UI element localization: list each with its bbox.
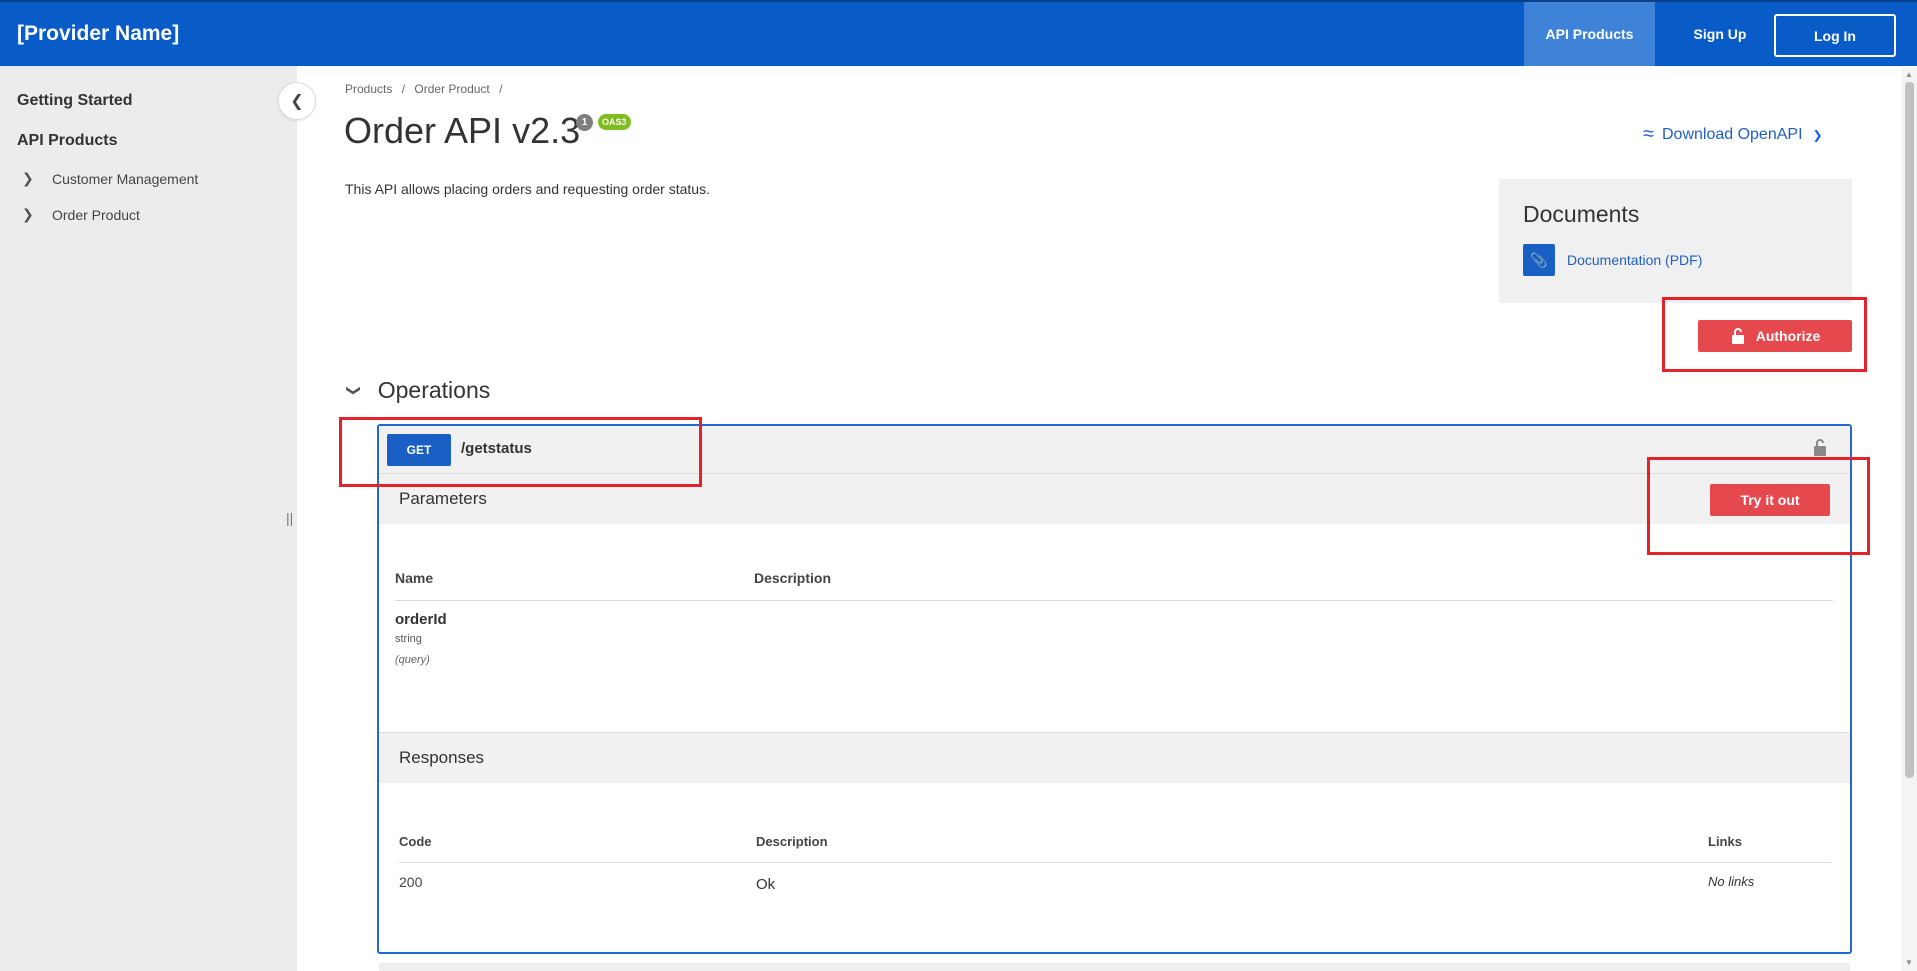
top-navigation-bar: [Provider Name] API Products Sign Up Log… <box>0 0 1917 66</box>
divider <box>399 862 1831 863</box>
operations-header[interactable]: ❯ Operations <box>346 377 491 404</box>
scroll-up-arrow-icon[interactable]: ▲ <box>1905 70 1913 79</box>
divider <box>395 600 1833 601</box>
scroll-down-arrow-icon[interactable]: ▼ <box>1905 958 1913 967</box>
download-openapi-button[interactable]: ≈ Download OpenAPI ❯ <box>1643 123 1823 146</box>
download-openapi-label: Download OpenAPI <box>1661 125 1803 143</box>
response-description: Ok <box>756 876 776 893</box>
response-col-description: Description <box>756 834 828 849</box>
log-in-button[interactable]: Log In <box>1774 14 1896 57</box>
chevron-down-icon: ❯ <box>346 384 363 397</box>
sidebar-getting-started[interactable]: Getting Started <box>17 92 133 110</box>
param-type: string <box>395 633 422 645</box>
response-col-links: Links <box>1708 834 1742 849</box>
spec-badge: OAS3 <box>598 114 631 130</box>
highlight-box-try-it-out <box>1647 457 1870 555</box>
parameters-title: Parameters <box>399 489 487 508</box>
chevron-down-icon: ❯ <box>1812 127 1823 142</box>
chevron-left-icon: ❮ <box>290 93 304 110</box>
breadcrumb-separator: / <box>401 82 406 96</box>
highlight-box-authorize <box>1662 297 1867 372</box>
nav-api-products[interactable]: API Products <box>1524 2 1655 66</box>
sidebar-api-products[interactable]: API Products <box>17 132 117 150</box>
scrollbar-thumb[interactable] <box>1905 82 1914 778</box>
responses-title: Responses <box>399 748 485 767</box>
param-name: orderId <box>395 611 447 628</box>
sidebar-item-label: Customer Management <box>52 170 199 187</box>
sidebar: Getting Started API Products ❯ Customer … <box>0 66 297 971</box>
param-col-name: Name <box>395 570 434 586</box>
response-code: 200 <box>399 874 423 890</box>
response-col-code: Code <box>399 834 432 849</box>
sidebar-item-customer-management[interactable]: ❯ Customer Management <box>22 170 198 187</box>
api-description: This API allows placing orders and reque… <box>345 181 710 197</box>
documents-title: Documents <box>1523 201 1640 227</box>
breadcrumb-order-product[interactable]: Order Product <box>414 82 489 96</box>
highlight-box-get-operation <box>339 417 702 487</box>
param-col-description: Description <box>754 570 832 586</box>
nav-sign-up[interactable]: Sign Up <box>1665 2 1775 66</box>
collapse-sidebar-button[interactable]: ❮ <box>278 82 316 120</box>
version-badge: 1 <box>576 114 593 131</box>
breadcrumb-separator: / <box>499 82 503 96</box>
documents-panel: Documents 📎 Documentation (PDF) <box>1499 179 1852 303</box>
breadcrumb: Products / Order Product / <box>345 82 508 96</box>
sidebar-resize-handle-icon[interactable]: || <box>286 510 293 526</box>
provider-brand[interactable]: [Provider Name] <box>17 22 179 46</box>
param-location: (query) <box>395 654 430 666</box>
paperclip-icon: 📎 <box>1523 244 1555 276</box>
chevron-right-icon: ❯ <box>22 206 34 222</box>
lock-icon[interactable] <box>1812 438 1828 456</box>
operations-title: Operations <box>377 377 491 403</box>
sidebar-item-order-product[interactable]: ❯ Order Product <box>22 206 140 223</box>
breadcrumb-products[interactable]: Products <box>345 82 392 96</box>
page-title: Order API v2.3 <box>344 110 581 151</box>
wave-icon: ≈ <box>1643 123 1654 145</box>
response-links: No links <box>1708 874 1755 889</box>
chevron-right-icon: ❯ <box>22 170 34 186</box>
next-operation-block <box>379 963 1850 971</box>
documentation-pdf-link[interactable]: Documentation (PDF) <box>1567 252 1702 268</box>
sidebar-item-label: Order Product <box>52 206 140 223</box>
responses-section-header: Responses <box>379 733 1850 783</box>
